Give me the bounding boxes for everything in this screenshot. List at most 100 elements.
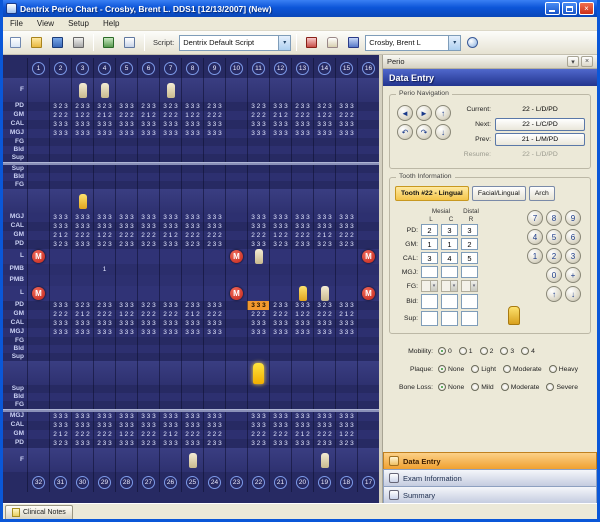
bone-loss-option-mild[interactable]: Mild [471, 383, 493, 391]
perio-cell[interactable] [115, 401, 137, 409]
perio-cell[interactable] [71, 249, 93, 264]
tooth-button[interactable]: Tooth #22 - Lingual [395, 186, 469, 201]
perio-cell[interactable] [203, 337, 225, 345]
perio-cell[interactable] [93, 393, 115, 401]
perio-cell[interactable]: 3 2 3 [137, 439, 159, 448]
tooth-number[interactable]: 13 [291, 58, 313, 78]
perio-cell[interactable] [93, 275, 115, 286]
nav-arrow-button[interactable]: ↓ [435, 124, 451, 140]
perio-cell[interactable] [137, 345, 159, 353]
perio-cell[interactable]: 1 [93, 264, 115, 275]
perio-cell[interactable]: 3 3 3 [313, 328, 335, 337]
script-combo[interactable]: Dentrix Default Script ▾ [179, 35, 291, 51]
perio-cell[interactable] [71, 264, 93, 275]
perio-cell[interactable]: 3 2 3 [49, 439, 71, 448]
perio-cell[interactable] [93, 385, 115, 393]
perio-cell[interactable] [225, 213, 247, 222]
perio-cell[interactable] [49, 181, 71, 189]
perio-cell[interactable]: 2 1 2 [49, 430, 71, 439]
perio-cell[interactable] [93, 165, 115, 173]
perio-cell[interactable] [269, 173, 291, 181]
perio-cell[interactable] [203, 189, 225, 213]
perio-cell[interactable]: 3 2 3 [313, 102, 335, 111]
perio-cell[interactable]: 3 3 3 [159, 319, 181, 328]
perio-cell[interactable] [357, 173, 379, 181]
perio-cell[interactable] [27, 337, 49, 345]
perio-cell[interactable]: 3 3 3 [291, 328, 313, 337]
perio-cell[interactable]: 3 3 3 [203, 213, 225, 222]
perio-cell[interactable]: 2 2 2 [313, 310, 335, 319]
perio-cell[interactable] [27, 412, 49, 421]
perio-cell[interactable] [291, 448, 313, 472]
perio-cell[interactable] [225, 240, 247, 249]
perio-cell[interactable] [357, 393, 379, 401]
perio-cell[interactable]: 3 3 3 [137, 129, 159, 138]
perio-cell[interactable] [49, 249, 71, 264]
perio-cell[interactable] [313, 448, 335, 472]
perio-cell[interactable] [269, 138, 291, 146]
perio-cell[interactable]: 3 3 3 [269, 412, 291, 421]
perio-cell[interactable] [225, 412, 247, 421]
perio-chart-icon[interactable] [302, 34, 321, 52]
perio-cell[interactable]: 3 3 3 [93, 120, 115, 129]
perio-cell[interactable] [93, 78, 115, 102]
perio-cell[interactable] [93, 401, 115, 409]
plaque-option-moderate[interactable]: Moderate [503, 365, 542, 373]
perio-cell[interactable] [247, 353, 269, 361]
perio-cell[interactable]: 2 1 2 [159, 231, 181, 240]
perio-cell[interactable]: 3 2 3 [335, 439, 357, 448]
perio-cell[interactable] [49, 165, 71, 173]
perio-cell[interactable] [137, 353, 159, 361]
measure-input-cell[interactable]: 1 [421, 238, 438, 250]
nav-row-value[interactable]: 22 - L/C/PD [495, 118, 585, 131]
perio-cell[interactable] [313, 385, 335, 393]
perio-cell[interactable] [49, 275, 71, 286]
clinical-notes-tab[interactable]: Clinical Notes [5, 505, 73, 519]
perio-cell[interactable]: 2 3 3 [291, 240, 313, 249]
perio-cell[interactable] [357, 102, 379, 111]
perio-cell[interactable]: 3 3 3 [203, 421, 225, 430]
perio-cell[interactable] [291, 401, 313, 409]
perio-cell[interactable]: 2 2 2 [137, 430, 159, 439]
perio-cell[interactable] [203, 181, 225, 189]
tooth-number[interactable]: 31 [49, 472, 71, 492]
perio-cell[interactable] [225, 146, 247, 154]
tooth-number[interactable]: 11 [247, 58, 269, 78]
perio-cell[interactable] [291, 154, 313, 162]
perio-cell[interactable] [291, 264, 313, 275]
perio-cell[interactable] [27, 361, 49, 385]
perio-cell[interactable]: 1 2 2 [335, 430, 357, 439]
perio-cell[interactable] [27, 401, 49, 409]
perio-cell[interactable]: 3 3 3 [181, 421, 203, 430]
perio-cell[interactable] [335, 173, 357, 181]
new-document-icon[interactable] [6, 34, 25, 52]
tooth-number[interactable]: 10 [225, 58, 247, 78]
perio-cell[interactable]: 3 3 3 [181, 222, 203, 231]
perio-cell[interactable] [27, 129, 49, 138]
perio-cell[interactable] [27, 430, 49, 439]
perio-cell[interactable]: 3 3 3 [115, 412, 137, 421]
perio-cell[interactable] [313, 264, 335, 275]
keypad-button[interactable]: 7 [527, 210, 543, 226]
perio-cell[interactable]: 3 3 3 [159, 439, 181, 448]
perio-cell[interactable] [291, 275, 313, 286]
perio-cell[interactable] [159, 189, 181, 213]
perio-cell[interactable]: 3 3 3 [159, 120, 181, 129]
perio-cell[interactable]: 3 3 3 [71, 129, 93, 138]
perio-cell[interactable]: 3 3 3 [247, 222, 269, 231]
perio-cell[interactable]: 2 3 3 [181, 301, 203, 310]
perio-cell[interactable] [357, 165, 379, 173]
perio-cell[interactable] [313, 154, 335, 162]
perio-cell[interactable] [225, 421, 247, 430]
perio-cell[interactable]: 3 3 3 [247, 412, 269, 421]
perio-cell[interactable] [181, 385, 203, 393]
perio-cell[interactable]: 2 3 3 [269, 301, 291, 310]
perio-cell[interactable]: 3 3 3 [71, 328, 93, 337]
perio-cell[interactable]: 3 3 3 [159, 129, 181, 138]
perio-cell[interactable] [159, 385, 181, 393]
perio-cell[interactable] [71, 146, 93, 154]
perio-cell[interactable] [49, 448, 71, 472]
perio-cell[interactable] [247, 286, 269, 301]
perio-cell[interactable] [71, 165, 93, 173]
perio-cell[interactable]: 2 2 2 [203, 310, 225, 319]
